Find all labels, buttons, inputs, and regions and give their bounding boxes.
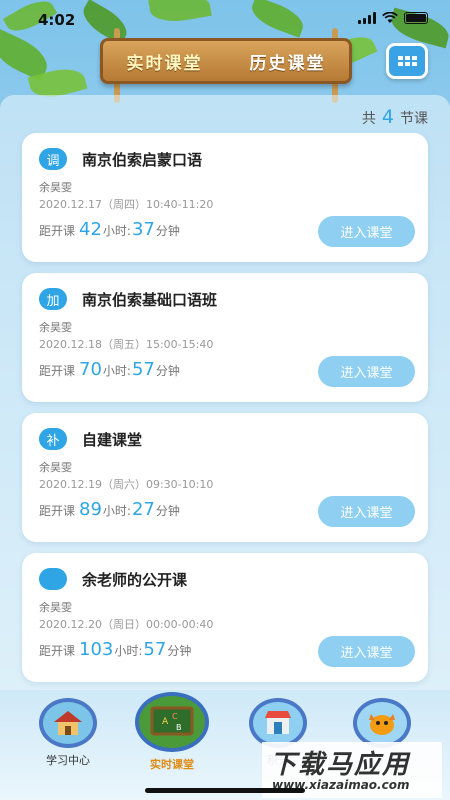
course-type-badge: 加 — [39, 288, 67, 310]
hours-unit: 小时: — [114, 644, 143, 658]
svg-text:A: A — [162, 717, 169, 727]
course-title: 南京伯索启蒙口语 — [82, 151, 203, 169]
course-title: 南京伯索基础口语班 — [82, 291, 218, 309]
countdown-minutes: 37 — [131, 219, 155, 240]
tab-history-class[interactable]: 历史课堂 — [250, 49, 326, 74]
course-datetime: 2020.12.17（周四）10:40-11:20 — [39, 198, 214, 211]
enter-classroom-button[interactable]: 进入课堂 — [318, 216, 415, 247]
course-card: 调 南京伯索启蒙口语 余昊雯 2020.12.17（周四）10:40-11:20… — [22, 133, 428, 262]
shop-icon — [249, 698, 307, 748]
course-countdown: 距开课 89 小时: 27 分钟 — [39, 499, 180, 520]
nav-live-class[interactable]: ACB 实时课堂 — [132, 692, 212, 772]
course-card: 余老师的公开课 余昊雯 2020.12.20（周日）00:00-00:40 距开… — [22, 553, 428, 682]
course-datetime: 2020.12.20（周日）00:00-00:40 — [39, 618, 214, 631]
countdown-label: 距开课 — [39, 504, 76, 518]
countdown-label: 距开课 — [39, 224, 76, 238]
course-countdown: 距开课 70 小时: 57 分钟 — [39, 359, 180, 380]
tab-live-class[interactable]: 实时课堂 — [127, 49, 203, 74]
countdown-hours: 89 — [79, 499, 102, 520]
course-countdown: 距开课 42 小时: 37 分钟 — [39, 219, 180, 240]
countdown-minutes: 27 — [131, 499, 155, 520]
nav-label: 学习中心 — [46, 754, 90, 767]
wifi-icon — [382, 12, 398, 23]
nav-study-center[interactable]: 学习中心 — [36, 698, 100, 768]
enter-classroom-button[interactable]: 进入课堂 — [318, 356, 415, 387]
minutes-unit: 分钟 — [155, 224, 180, 238]
status-bar: 4:02 — [0, 0, 450, 40]
minutes-unit: 分钟 — [155, 364, 180, 378]
course-type-badge: 调 — [39, 148, 67, 170]
hours-unit: 小时: — [102, 504, 131, 518]
course-type-badge: 补 — [39, 428, 67, 450]
svg-text:B: B — [176, 723, 182, 732]
course-count: 共 4 节课 — [362, 106, 428, 128]
calendar-button[interactable] — [386, 43, 428, 79]
course-datetime: 2020.12.19（周六）09:30-10:10 — [39, 478, 214, 491]
teacher-name: 余昊雯 — [39, 601, 72, 614]
minutes-unit: 分钟 — [155, 504, 180, 518]
countdown-hours: 103 — [79, 639, 114, 660]
course-title: 自建课堂 — [82, 431, 143, 449]
teacher-name: 余昊雯 — [39, 321, 72, 334]
course-type-badge — [39, 568, 67, 590]
cellular-signal-icon — [358, 12, 376, 24]
countdown-hours: 42 — [79, 219, 102, 240]
course-tab-sign: 实时课堂 历史课堂 — [100, 38, 352, 84]
blackboard-icon: ACB — [135, 692, 209, 752]
enter-classroom-button[interactable]: 进入课堂 — [318, 636, 415, 667]
mascot-icon — [353, 698, 411, 748]
teacher-name: 余昊雯 — [39, 461, 72, 474]
hours-unit: 小时: — [102, 364, 131, 378]
course-card: 补 自建课堂 余昊雯 2020.12.19（周六）09:30-10:10 距开课… — [22, 413, 428, 542]
calendar-icon — [397, 56, 417, 66]
countdown-minutes: 57 — [143, 639, 167, 660]
countdown-label: 距开课 — [39, 364, 76, 378]
minutes-unit: 分钟 — [167, 644, 192, 658]
hours-unit: 小时: — [102, 224, 131, 238]
course-count-suffix: 节课 — [400, 111, 428, 127]
course-datetime: 2020.12.18（周五）15:00-15:40 — [39, 338, 214, 351]
course-countdown: 距开课 103 小时: 57 分钟 — [39, 639, 191, 660]
countdown-minutes: 57 — [131, 359, 155, 380]
enter-classroom-button[interactable]: 进入课堂 — [318, 496, 415, 527]
nav-label: 实时课堂 — [150, 758, 194, 771]
status-time: 4:02 — [38, 11, 76, 29]
home-indicator — [145, 788, 305, 793]
course-count-prefix: 共 — [361, 111, 376, 127]
status-icons — [358, 12, 428, 24]
countdown-label: 距开课 — [39, 644, 76, 658]
watermark-title: 下载马应用 — [270, 750, 411, 780]
svg-text:C: C — [172, 712, 178, 721]
battery-icon — [404, 12, 428, 24]
house-icon — [39, 698, 97, 748]
course-count-number: 4 — [381, 106, 394, 128]
countdown-hours: 70 — [79, 359, 102, 380]
teacher-name: 余昊雯 — [39, 181, 72, 194]
course-title: 余老师的公开课 — [82, 571, 188, 589]
course-card: 加 南京伯索基础口语班 余昊雯 2020.12.18（周五）15:00-15:4… — [22, 273, 428, 402]
